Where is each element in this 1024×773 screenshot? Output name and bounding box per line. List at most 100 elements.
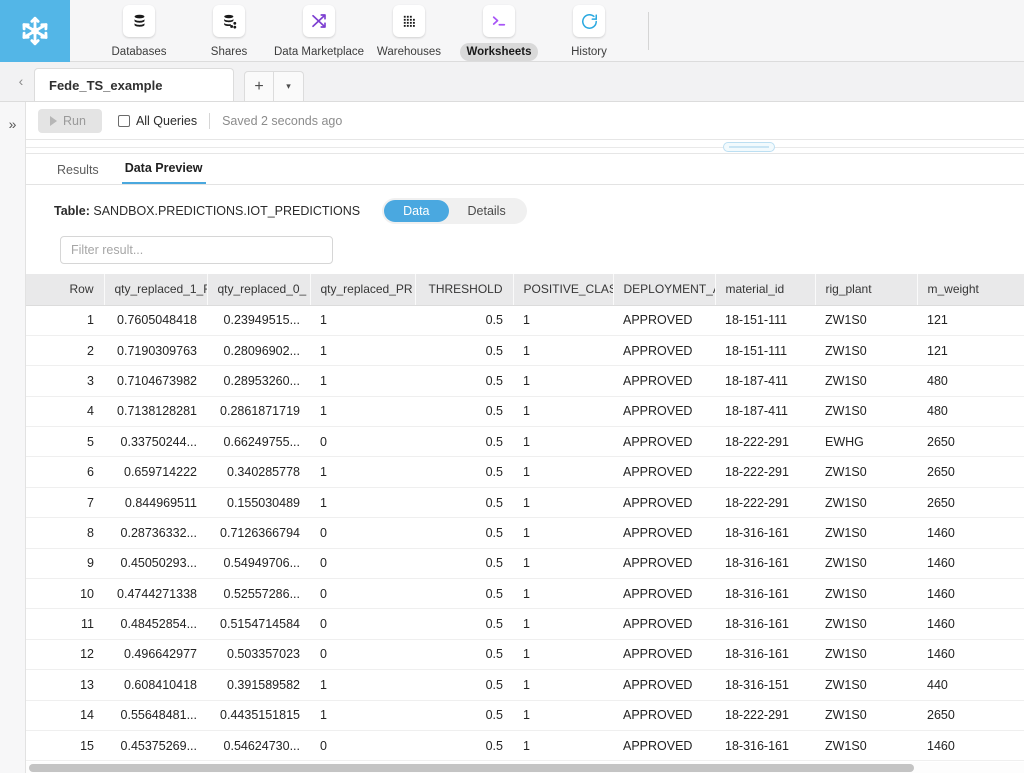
segment-details[interactable]: Details [449, 200, 525, 222]
cell-pos: 1 [513, 669, 613, 701]
chevron-down-icon[interactable]: ▾ [274, 71, 304, 101]
table-row[interactable]: 1 0.7605048418 0.23949515... 1 0.5 1 APPROVED 1… [26, 305, 1024, 336]
cell-thr: 0.5 [415, 456, 513, 488]
nav-divider [648, 12, 649, 50]
cell-pos: 1 [513, 639, 613, 671]
column-header-qty-replaced-1[interactable]: qty_replaced_1_F [104, 274, 208, 306]
cell-q0: 0.155030489 [207, 487, 310, 519]
all-queries-checkbox[interactable] [117, 114, 130, 127]
cell-qpr: 1 [310, 396, 415, 428]
snowflake-logo-icon[interactable] [0, 0, 70, 62]
cell-rig: ZW1S0 [815, 305, 917, 336]
table-row[interactable]: 5 0.33750244... 0.66249755... 0 0.5 1 APPROVED… [26, 426, 1024, 458]
cell-qpr: 0 [310, 426, 415, 458]
data-grid-container: Row qty_replaced_1_F qty_replaced_0_ qty… [26, 274, 1024, 773]
cell-mw: 2650 [917, 456, 1024, 488]
cell-rig: ZW1S0 [815, 730, 917, 762]
table-row[interactable]: 6 0.659714222 0.340285778 1 0.5 1 APPROVED 18-2… [26, 456, 1024, 488]
run-toolbar: Run All Queries Saved 2 seconds ago [26, 102, 1024, 140]
column-header-qty-replaced-pr[interactable]: qty_replaced_PR [310, 274, 416, 306]
segment-data[interactable]: Data [384, 200, 449, 222]
table-row[interactable]: 12 0.496642977 0.503357023 0 0.5 1 APPROVED 18-… [26, 639, 1024, 671]
cell-q0: 0.28096902... [207, 335, 310, 367]
column-header-rig-plant[interactable]: rig_plant [815, 274, 918, 306]
filter-row [26, 224, 1024, 274]
column-header-deployment[interactable]: DEPLOYMENT_A [613, 274, 716, 306]
chevron-left-icon[interactable]: ‹ [8, 61, 34, 101]
table-row[interactable]: 13 0.608410418 0.391589582 1 0.5 1 APPROVED 18-… [26, 669, 1024, 701]
cell-mw: 1460 [917, 639, 1024, 671]
table-row[interactable]: 3 0.7104673982 0.28953260... 1 0.5 1 APPROVED 1… [26, 365, 1024, 397]
cell-pos: 1 [513, 365, 613, 397]
data-preview-table: Row qty_replaced_1_F qty_replaced_0_ qty… [26, 274, 1024, 773]
table-row[interactable]: 14 0.55648481... 0.4435151815 1 0.5 1 APPROVED… [26, 700, 1024, 731]
cell-thr: 0.5 [415, 487, 513, 519]
cell-mat: 18-187-411 [715, 396, 815, 428]
table-name-label: Table: SANDBOX.PREDICTIONS.IOT_PREDICTIO… [54, 204, 360, 218]
column-header-material-id[interactable]: material_id [715, 274, 816, 306]
splitter-drag-handle[interactable] [723, 142, 775, 152]
nav-item-shares[interactable]: Shares [184, 0, 274, 61]
cell-qpr: 1 [310, 305, 415, 336]
cell-mw: 121 [917, 335, 1024, 367]
cell-dep: APPROVED [613, 426, 715, 458]
cell-pos: 1 [513, 548, 613, 580]
cell-mat: 18-151-111 [715, 305, 815, 336]
nav-label-databases: Databases [111, 46, 167, 58]
cell-rig: ZW1S0 [815, 365, 917, 397]
table-row[interactable]: 8 0.28736332... 0.7126366794 0 0.5 1 APPROVED 1… [26, 517, 1024, 549]
horizontal-scrollbar[interactable] [26, 762, 1024, 773]
table-row[interactable]: 15 0.45375269... 0.54624730... 0 0.5 1 APPROVE… [26, 730, 1024, 762]
cell-row: 9 [26, 548, 104, 580]
cell-thr: 0.5 [415, 305, 513, 336]
nav-label-worksheets: Worksheets [459, 43, 539, 61]
cell-q0: 0.28953260... [207, 365, 310, 397]
cell-dep: APPROVED [613, 700, 715, 731]
double-chevron-right-icon[interactable]: » [9, 116, 17, 132]
saved-status-text: Saved 2 seconds ago [222, 113, 343, 128]
add-worksheet-button[interactable]: + [244, 71, 274, 101]
cell-rig: ZW1S0 [815, 517, 917, 549]
column-header-threshold[interactable]: THRESHOLD [415, 274, 514, 306]
table-row[interactable]: 2 0.7190309763 0.28096902... 1 0.5 1 APPROVED 1… [26, 335, 1024, 367]
nav-item-data-marketplace[interactable]: Data Marketplace [274, 0, 364, 61]
tab-results[interactable]: Results [54, 163, 102, 184]
column-header-row[interactable]: Row [26, 274, 105, 306]
nav-item-databases[interactable]: Databases [94, 0, 184, 61]
cell-dep: APPROVED [613, 578, 715, 610]
table-row[interactable]: 11 0.48452854... 0.5154714584 0 0.5 1 APPROVED… [26, 608, 1024, 640]
cell-mw: 1460 [917, 730, 1024, 762]
table-row[interactable]: 10 0.4744271338 0.52557286... 0 0.5 1 APPROVED… [26, 578, 1024, 610]
cell-mat: 18-316-161 [715, 730, 815, 762]
column-header-positive-class[interactable]: POSITIVE_CLAS [513, 274, 614, 306]
table-row[interactable]: 4 0.7138128281 0.2861871719 1 0.5 1 APPROVED 18… [26, 396, 1024, 428]
column-header-qty-replaced-0[interactable]: qty_replaced_0_ [207, 274, 311, 306]
nav-item-warehouses[interactable]: Warehouses [364, 0, 454, 61]
table-row[interactable]: 7 0.844969511 0.155030489 1 0.5 1 APPROVED 18-2… [26, 487, 1024, 519]
cell-dep: APPROVED [613, 639, 715, 671]
cell-q0: 0.503357023 [207, 639, 310, 671]
worksheet-tab-fede-ts-example[interactable]: Fede_TS_example [34, 68, 234, 101]
column-header-m-weight[interactable]: m_weight [917, 274, 1024, 306]
cell-row: 6 [26, 456, 104, 488]
cell-row: 11 [26, 608, 104, 640]
cell-thr: 0.5 [415, 517, 513, 549]
nav-item-worksheets[interactable]: Worksheets [454, 0, 544, 61]
cell-dep: APPROVED [613, 335, 715, 367]
nav-item-history[interactable]: History [544, 0, 634, 61]
cell-row: 7 [26, 487, 104, 519]
cell-row: 13 [26, 669, 104, 701]
cell-row: 2 [26, 335, 104, 367]
horizontal-scrollbar-thumb[interactable] [29, 764, 914, 772]
tab-data-preview[interactable]: Data Preview [121, 161, 206, 184]
all-queries-checkbox-group[interactable]: All Queries [117, 114, 197, 128]
filter-result-input[interactable] [60, 236, 333, 264]
run-button[interactable]: Run [38, 108, 102, 133]
table-row[interactable]: 9 0.45050293... 0.54949706... 0 0.5 1 APPROVED… [26, 548, 1024, 580]
cell-q1: 0.608410418 [104, 669, 207, 701]
cell-rig: ZW1S0 [815, 456, 917, 488]
cell-mat: 18-222-291 [715, 426, 815, 458]
run-button-label: Run [63, 113, 86, 128]
pane-splitter[interactable] [26, 140, 1024, 154]
cell-thr: 0.5 [415, 669, 513, 701]
